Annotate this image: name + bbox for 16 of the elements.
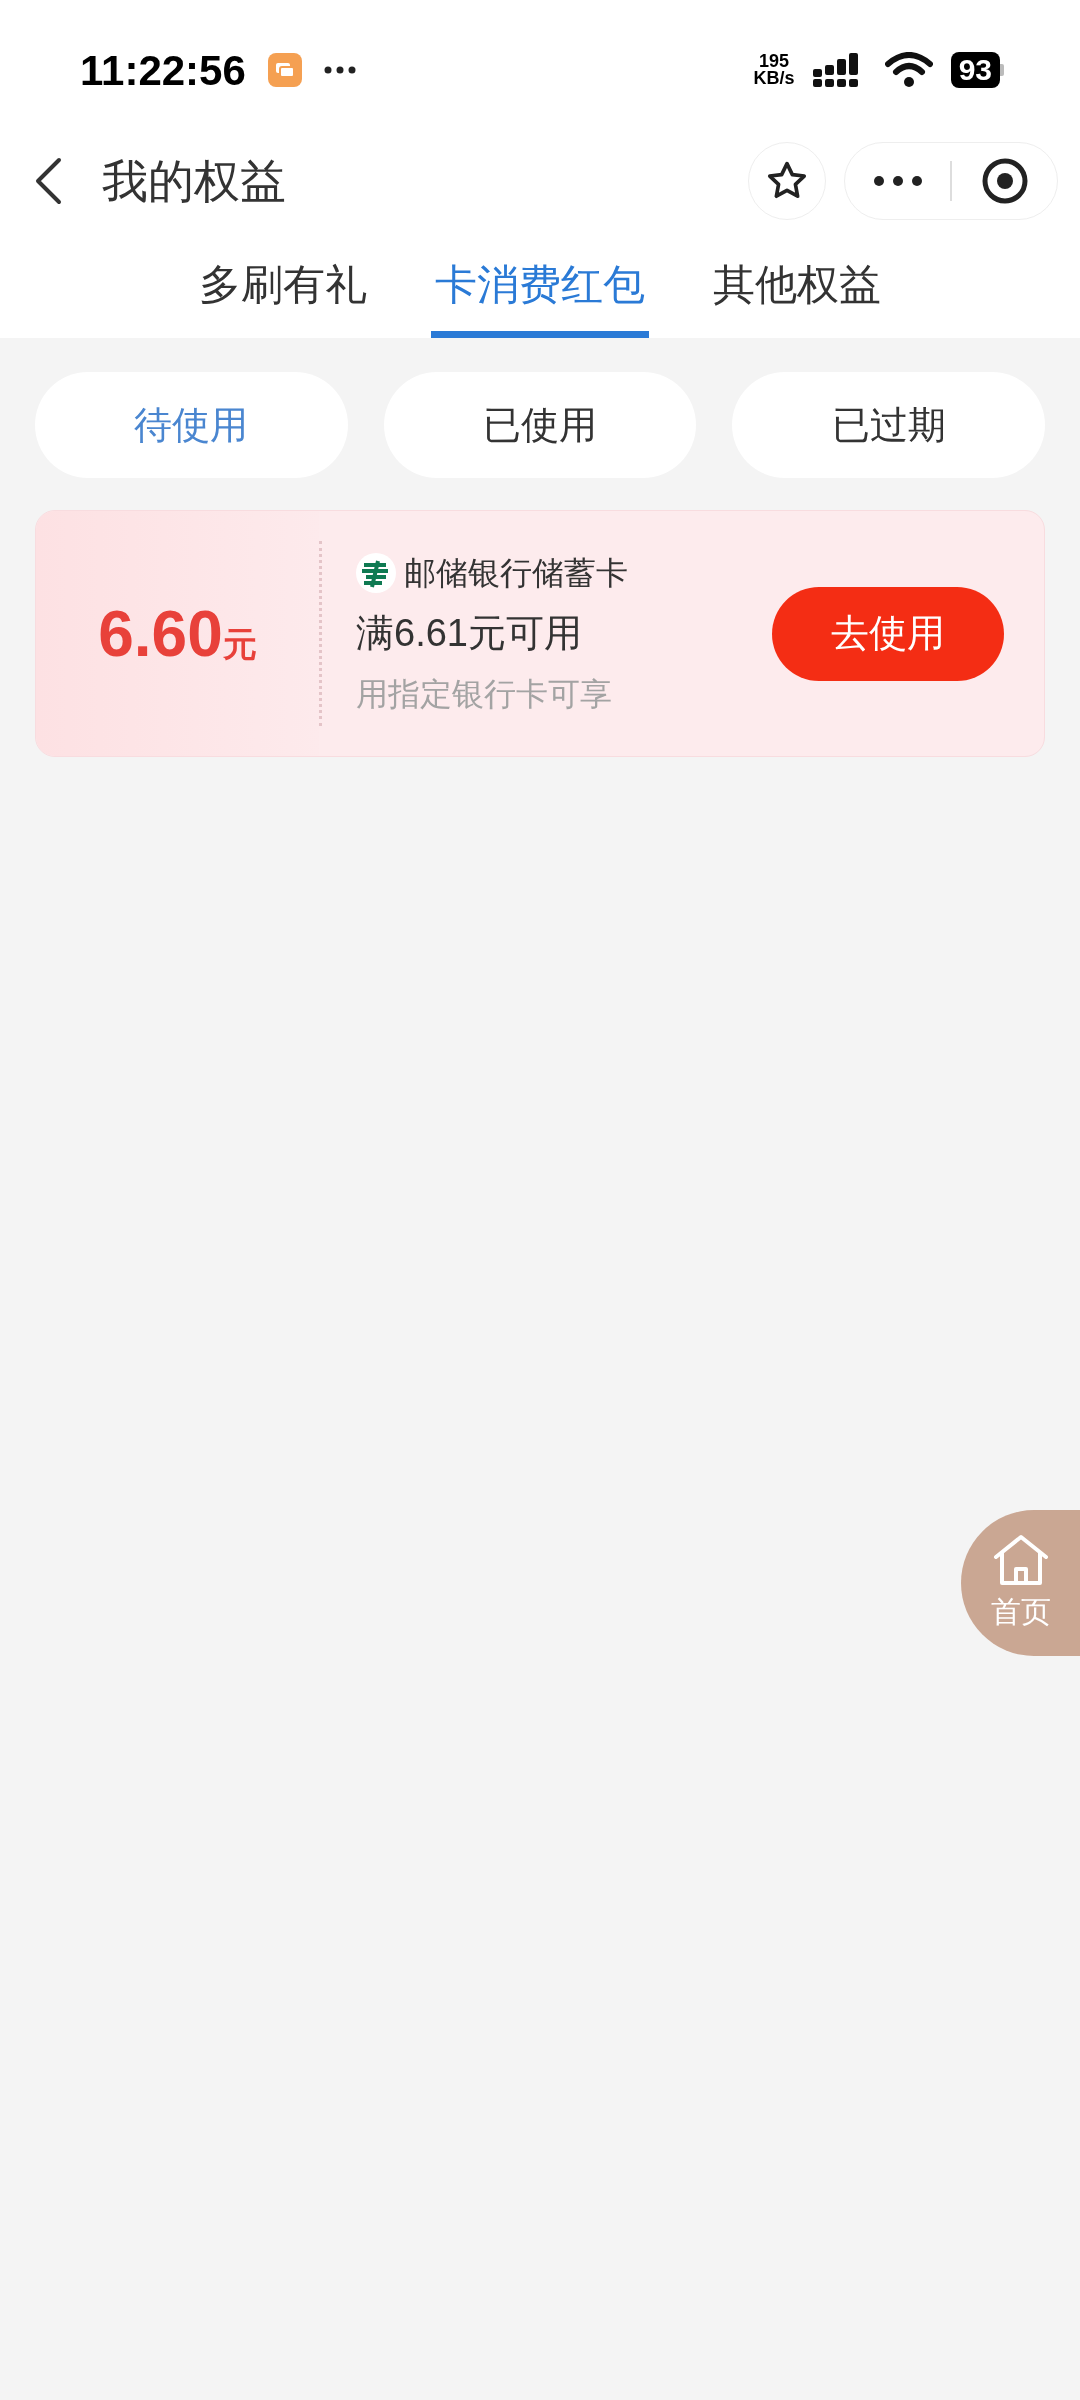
- network-speed: 195 KB/s: [753, 53, 795, 87]
- coupon-condition: 满6.61元可用: [356, 611, 583, 656]
- category-tab[interactable]: 多刷有礼: [195, 255, 371, 338]
- status-filter[interactable]: 已使用: [383, 372, 697, 478]
- coupon-amount: 6.60: [98, 596, 223, 672]
- currency-unit: 元: [222, 623, 257, 665]
- bank-name: 邮储银行储蓄卡: [404, 554, 628, 593]
- use-coupon-button[interactable]: 去使用: [772, 586, 1004, 681]
- page-title: 我的权益: [102, 153, 286, 209]
- category-tab[interactable]: 其他权益: [709, 255, 885, 338]
- status-time: 11:22:56: [80, 45, 246, 96]
- status-filter[interactable]: 待使用: [35, 372, 348, 478]
- coupon-note: 用指定银行卡可享: [356, 675, 613, 714]
- category-tab[interactable]: 卡消费红包: [431, 255, 649, 338]
- battery-level: 93: [950, 52, 1000, 88]
- status-filter[interactable]: 已过期: [732, 372, 1045, 478]
